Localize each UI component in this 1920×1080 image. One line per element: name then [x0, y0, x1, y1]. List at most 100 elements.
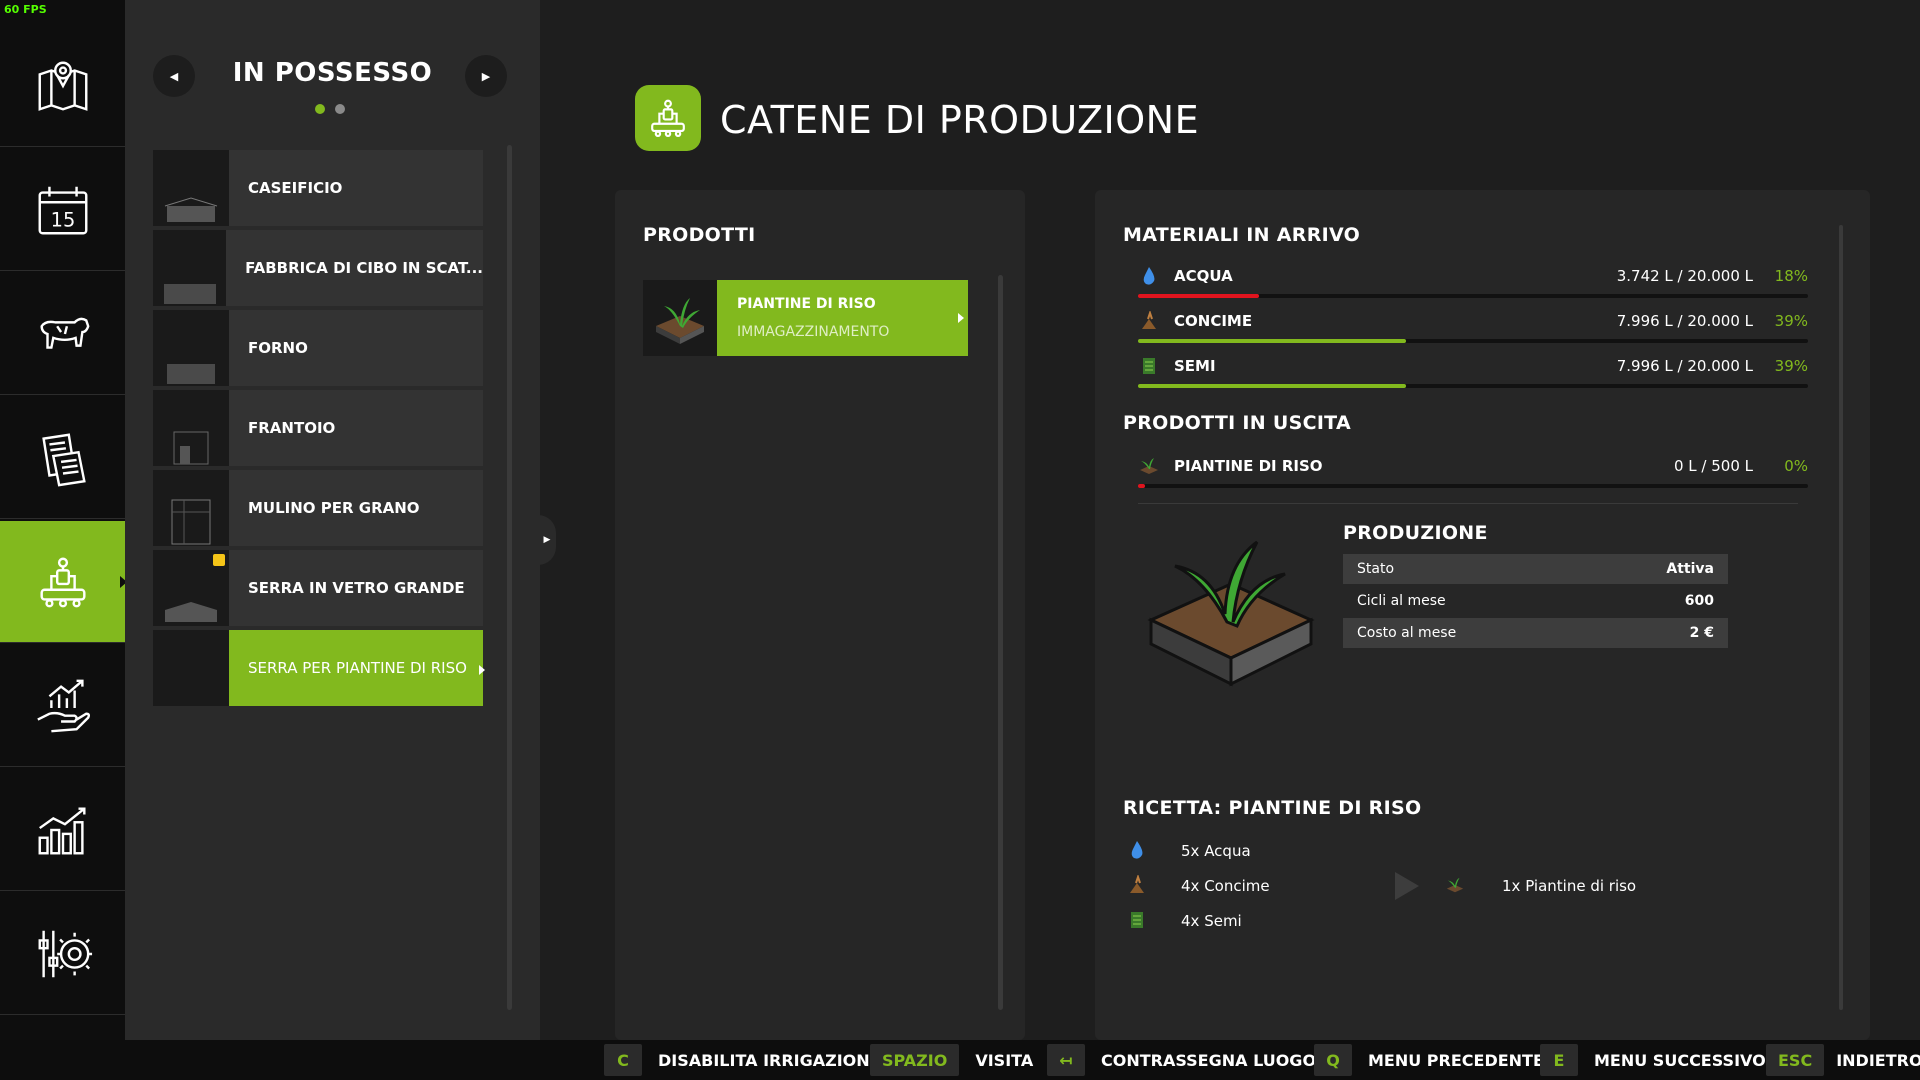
nav-item-contracts[interactable] [0, 397, 125, 519]
owned-item-fabbrica[interactable]: FABBRICA DI CIBO IN SCAT... [153, 230, 483, 306]
nav-item-finances[interactable] [0, 645, 125, 767]
finance-hand-icon [36, 679, 90, 732]
owned-item-label: MULINO PER GRANO [248, 499, 420, 517]
seeds-bag-icon [1127, 910, 1147, 930]
page-dot-1[interactable] [315, 104, 325, 114]
details-panel: MATERIALI IN ARRIVO ACQUA 3.742 L / 20.0… [1095, 190, 1870, 1040]
input-progress-bar [1138, 339, 1808, 343]
products-title: PRODOTTI [643, 224, 756, 246]
nav-item-animals[interactable] [0, 273, 125, 395]
owned-item-label: CASEIFICIO [248, 179, 343, 197]
owned-item-mulino[interactable]: MULINO PER GRANO [153, 470, 483, 546]
input-row-semi: SEMI 7.996 L / 20.000 L 39% [1138, 353, 1808, 393]
hotkey-prev-menu[interactable]: Q MENU PRECEDENTE [1314, 1040, 1560, 1080]
owned-item-serra-vetro[interactable]: SERRA IN VETRO GRANDE [153, 550, 483, 626]
input-name: CONCIME [1174, 312, 1253, 330]
hotkey-mark-location[interactable]: ↤ CONTRASSEGNA LUOGO [1047, 1040, 1333, 1080]
input-percent: 39% [1774, 312, 1808, 330]
product-status: IMMAGAZZINAMENTO [737, 324, 890, 340]
section-divider [1138, 503, 1798, 504]
nav-item-calendar[interactable]: 15 [0, 149, 125, 271]
owned-item-forno[interactable]: FORNO [153, 310, 483, 386]
input-percent: 39% [1774, 357, 1808, 375]
input-progress-bar [1138, 384, 1808, 388]
output-row-piantine: PIANTINE DI RISO 0 L / 500 L 0% [1138, 453, 1808, 493]
hotkey-label: VISITA [975, 1050, 1034, 1070]
input-progress-fill [1138, 294, 1259, 298]
input-name: ACQUA [1174, 267, 1233, 285]
settings-icon [38, 930, 92, 977]
svg-text:15: 15 [50, 208, 75, 231]
hotkey-label: DISABILITA IRRIGAZIONE [658, 1050, 881, 1070]
owned-item-frantoio[interactable]: FRANTOIO [153, 390, 483, 466]
owned-item-caseificio[interactable]: CASEIFICIO [153, 150, 483, 226]
row-value: 2 € [1689, 625, 1714, 641]
details-scrollbar[interactable] [1839, 225, 1843, 1010]
output-progress-fill [1138, 484, 1145, 488]
notification-badge [213, 554, 225, 566]
nav-item-settings[interactable] [0, 893, 125, 1015]
product-item-piantine[interactable]: PIANTINE DI RISO IMMAGAZZINAMENTO [643, 280, 968, 356]
hotkey-bar: C DISABILITA IRRIGAZIONE SPAZIO VISITA ↤… [0, 1040, 1920, 1080]
hotkey-back[interactable]: ESC INDIETRO [1766, 1040, 1920, 1080]
nav-item-production[interactable] [0, 521, 127, 643]
owned-item-label: SERRA IN VETRO GRANDE [248, 579, 465, 597]
water-drop-icon [1127, 840, 1147, 860]
output-amount: 0 L / 500 L [1673, 457, 1753, 475]
cow-icon [39, 317, 89, 349]
building-thumbnail [153, 550, 229, 626]
production-icon [39, 557, 86, 607]
output-percent: 0% [1784, 457, 1808, 475]
recipe-title: RICETTA: PIANTINE DI RISO [1123, 797, 1422, 819]
recipe-input: 5x Acqua [1181, 842, 1251, 860]
input-name: SEMI [1174, 357, 1216, 375]
hotkey-label: INDIETRO [1836, 1050, 1920, 1070]
page-dot-2[interactable] [335, 104, 345, 114]
nav-item-statistics[interactable] [0, 769, 125, 891]
building-thumbnail [153, 390, 229, 466]
inputs-title: MATERIALI IN ARRIVO [1123, 224, 1361, 246]
hotkey-irrigation[interactable]: C DISABILITA IRRIGAZIONE [604, 1040, 897, 1080]
production-row-stato: Stato Attiva [1343, 554, 1728, 584]
hotkey-key: Q [1314, 1044, 1352, 1076]
documents-icon [41, 432, 86, 486]
fertilizer-icon [1138, 310, 1160, 332]
owned-item-serra-riso[interactable]: SERRA PER PIANTINE DI RISO [153, 630, 485, 706]
input-amount: 7.996 L / 20.000 L [1616, 312, 1753, 330]
bar-chart-icon [38, 806, 86, 854]
input-row-acqua: ACQUA 3.742 L / 20.000 L 18% [1138, 263, 1808, 303]
rice-seedling-icon [643, 280, 717, 356]
rice-seedling-icon [1147, 540, 1315, 687]
page-title: CATENE DI PRODUZIONE [720, 98, 1200, 142]
production-image [1145, 530, 1315, 694]
products-panel: PRODOTTI PIANTINE DI RISO IMMAGAZZINAMEN… [615, 190, 1025, 1040]
fertilizer-icon [1127, 875, 1147, 895]
input-row-concime: CONCIME 7.996 L / 20.000 L 39% [1138, 308, 1808, 348]
building-thumbnail [153, 150, 229, 226]
production-row-cicli: Cicli al mese 600 [1343, 586, 1728, 616]
owned-item-label: FABBRICA DI CIBO IN SCAT... [245, 259, 483, 277]
hotkey-label: MENU PRECEDENTE [1368, 1050, 1544, 1070]
outputs-title: PRODOTTI IN USCITA [1123, 412, 1351, 434]
row-value: Attiva [1666, 561, 1714, 577]
rice-seedling-icon [1138, 455, 1160, 477]
input-progress-bar [1138, 294, 1808, 298]
hotkey-visit[interactable]: SPAZIO VISITA [870, 1040, 1050, 1080]
input-progress-fill [1138, 339, 1406, 343]
owned-item-label: FORNO [248, 339, 308, 357]
collapse-panel-button[interactable]: ▶ [538, 515, 556, 565]
next-page-button[interactable]: ▶ [465, 55, 507, 97]
play-arrow-icon [1393, 870, 1421, 906]
owned-panel: ◀ IN POSSESSO ▶ CASEIFICIO FABBRICA DI C… [125, 0, 540, 1040]
product-name: PIANTINE DI RISO [737, 296, 876, 312]
hotkey-next-menu[interactable]: E MENU SUCCESSIVO [1540, 1040, 1782, 1080]
input-progress-fill [1138, 384, 1406, 388]
hotkey-label: MENU SUCCESSIVO [1594, 1050, 1766, 1070]
hotkey-key: ESC [1766, 1044, 1825, 1076]
products-scrollbar[interactable] [998, 275, 1003, 1010]
output-progress-bar [1138, 484, 1808, 488]
owned-list-scrollbar[interactable] [507, 145, 512, 1010]
row-label: Stato [1357, 561, 1395, 577]
hotkey-key: SPAZIO [870, 1044, 960, 1076]
nav-item-map[interactable] [0, 25, 125, 147]
